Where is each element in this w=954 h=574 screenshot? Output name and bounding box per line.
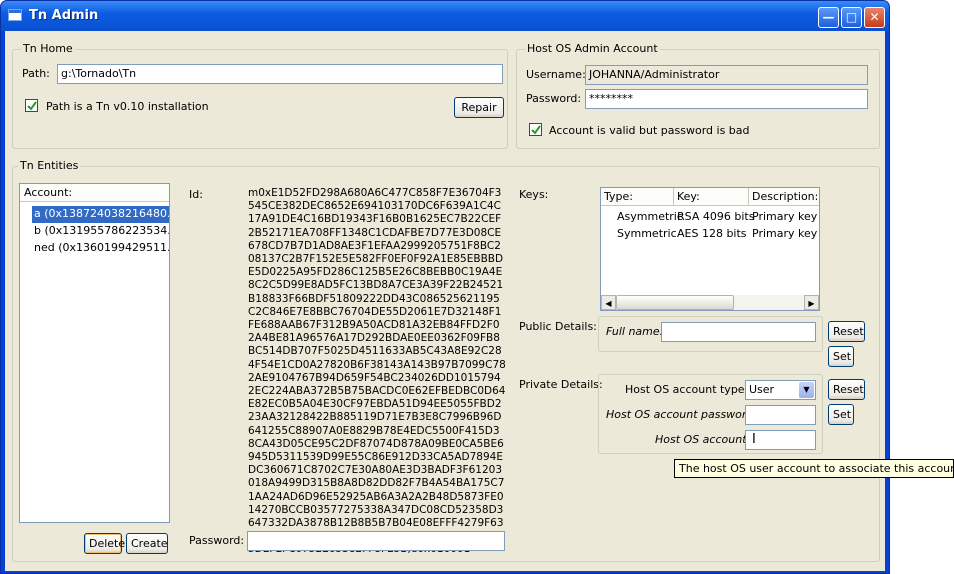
id-label: Id: xyxy=(189,188,203,201)
title-bar[interactable]: Tn Admin — □ ✕ xyxy=(1,1,889,31)
os-account-label: Host OS account: xyxy=(655,433,751,446)
tn-installation-checkbox[interactable] xyxy=(25,99,38,112)
list-item[interactable]: a (0x138724038216480... xyxy=(32,206,169,223)
path-input[interactable]: g:\Tornado\Tn xyxy=(57,64,503,84)
table-cell[interactable]: Primary key xyxy=(752,227,817,240)
window-title: Tn Admin xyxy=(29,8,99,23)
os-account-password-label: Host OS account password: xyxy=(606,408,758,421)
account-valid-checkbox[interactable] xyxy=(529,123,542,136)
os-account-tooltip: The host OS user account to associate th… xyxy=(674,459,954,478)
tn-installation-label: Path is a Tn v0.10 installation xyxy=(46,100,209,113)
repair-button[interactable]: Repair xyxy=(454,97,504,118)
text-cursor-icon: I xyxy=(752,432,756,447)
private-set-button[interactable]: Set xyxy=(828,404,854,425)
keys-column-key[interactable]: Key: xyxy=(674,188,749,206)
public-set-button[interactable]: Set xyxy=(828,346,854,367)
password-label: Password: xyxy=(526,92,582,105)
scroll-right-icon[interactable]: ▶ xyxy=(804,295,819,310)
table-cell[interactable]: Symmetric xyxy=(617,227,677,240)
maximize-button[interactable]: □ xyxy=(841,7,862,28)
username-field: JOHANNA/Administrator xyxy=(585,65,868,85)
checkmark-icon xyxy=(531,125,541,135)
close-button[interactable]: ✕ xyxy=(864,7,885,28)
keys-column-description[interactable]: Description: xyxy=(749,188,819,206)
account-valid-label: Account is valid but password is bad xyxy=(549,124,750,137)
public-details-label: Public Details: xyxy=(519,320,597,333)
full-name-label: Full name: xyxy=(606,325,664,338)
keys-table[interactable]: Type: Key: Description: Asymmetric RSA 4… xyxy=(600,187,820,311)
os-account-type-select[interactable]: User ▼ xyxy=(745,380,816,400)
host-os-legend: Host OS Admin Account xyxy=(525,42,660,55)
table-cell[interactable]: Asymmetric xyxy=(617,210,683,223)
scrollbar-thumb[interactable] xyxy=(616,295,734,310)
os-account-input[interactable]: I xyxy=(745,430,816,450)
private-details-label: Private Details: xyxy=(519,378,603,391)
keys-horizontal-scrollbar[interactable]: ◀ ▶ xyxy=(601,295,819,310)
os-account-type-label: Host OS account type:: xyxy=(625,383,752,396)
tn-entities-legend: Tn Entities xyxy=(18,159,81,172)
app-window: Tn Admin — □ ✕ Tn Home Path: g:\Tornado\… xyxy=(0,0,890,574)
maximize-icon: □ xyxy=(845,10,858,24)
username-label: Username: xyxy=(526,68,586,81)
full-name-input[interactable] xyxy=(661,322,816,342)
entity-password-label: Password: xyxy=(189,534,245,547)
list-item[interactable]: b (0x131955786223534... xyxy=(32,223,169,240)
table-cell[interactable]: RSA 4096 bits xyxy=(677,210,754,223)
tn-home-legend: Tn Home xyxy=(21,42,75,55)
os-account-password-input[interactable] xyxy=(745,405,816,425)
chevron-down-icon[interactable]: ▼ xyxy=(799,382,814,398)
minimize-button[interactable]: — xyxy=(818,7,839,28)
close-icon: ✕ xyxy=(869,10,880,24)
client-area: Tn Home Path: g:\Tornado\Tn Path is a Tn… xyxy=(5,31,885,571)
public-reset-button[interactable]: Reset xyxy=(828,321,865,342)
table-cell[interactable]: Primary key xyxy=(752,210,817,223)
checkmark-icon xyxy=(27,101,37,111)
path-label: Path: xyxy=(22,67,50,80)
minimize-icon: — xyxy=(822,10,835,24)
list-item[interactable]: ned (0x1360199429511... xyxy=(32,240,169,257)
keys-label: Keys: xyxy=(519,188,549,201)
delete-button[interactable]: Delete xyxy=(84,533,125,554)
private-reset-button[interactable]: Reset xyxy=(828,379,865,400)
admin-password-input[interactable]: ******** xyxy=(585,89,868,109)
account-list[interactable]: Account: a (0x138724038216480... b (0x13… xyxy=(19,183,170,523)
id-value: m0xE1D52FD298A680A6C477C858F7E36704F3545… xyxy=(248,187,506,555)
create-button[interactable]: Create xyxy=(126,533,168,554)
table-cell[interactable]: AES 128 bits xyxy=(677,227,747,240)
keys-column-type[interactable]: Type: xyxy=(601,188,674,206)
entity-password-input[interactable] xyxy=(247,531,505,551)
scroll-left-icon[interactable]: ◀ xyxy=(601,295,616,310)
account-list-header: Account: xyxy=(20,184,169,202)
app-window-icon xyxy=(8,9,22,21)
os-account-type-value: User xyxy=(749,383,775,396)
